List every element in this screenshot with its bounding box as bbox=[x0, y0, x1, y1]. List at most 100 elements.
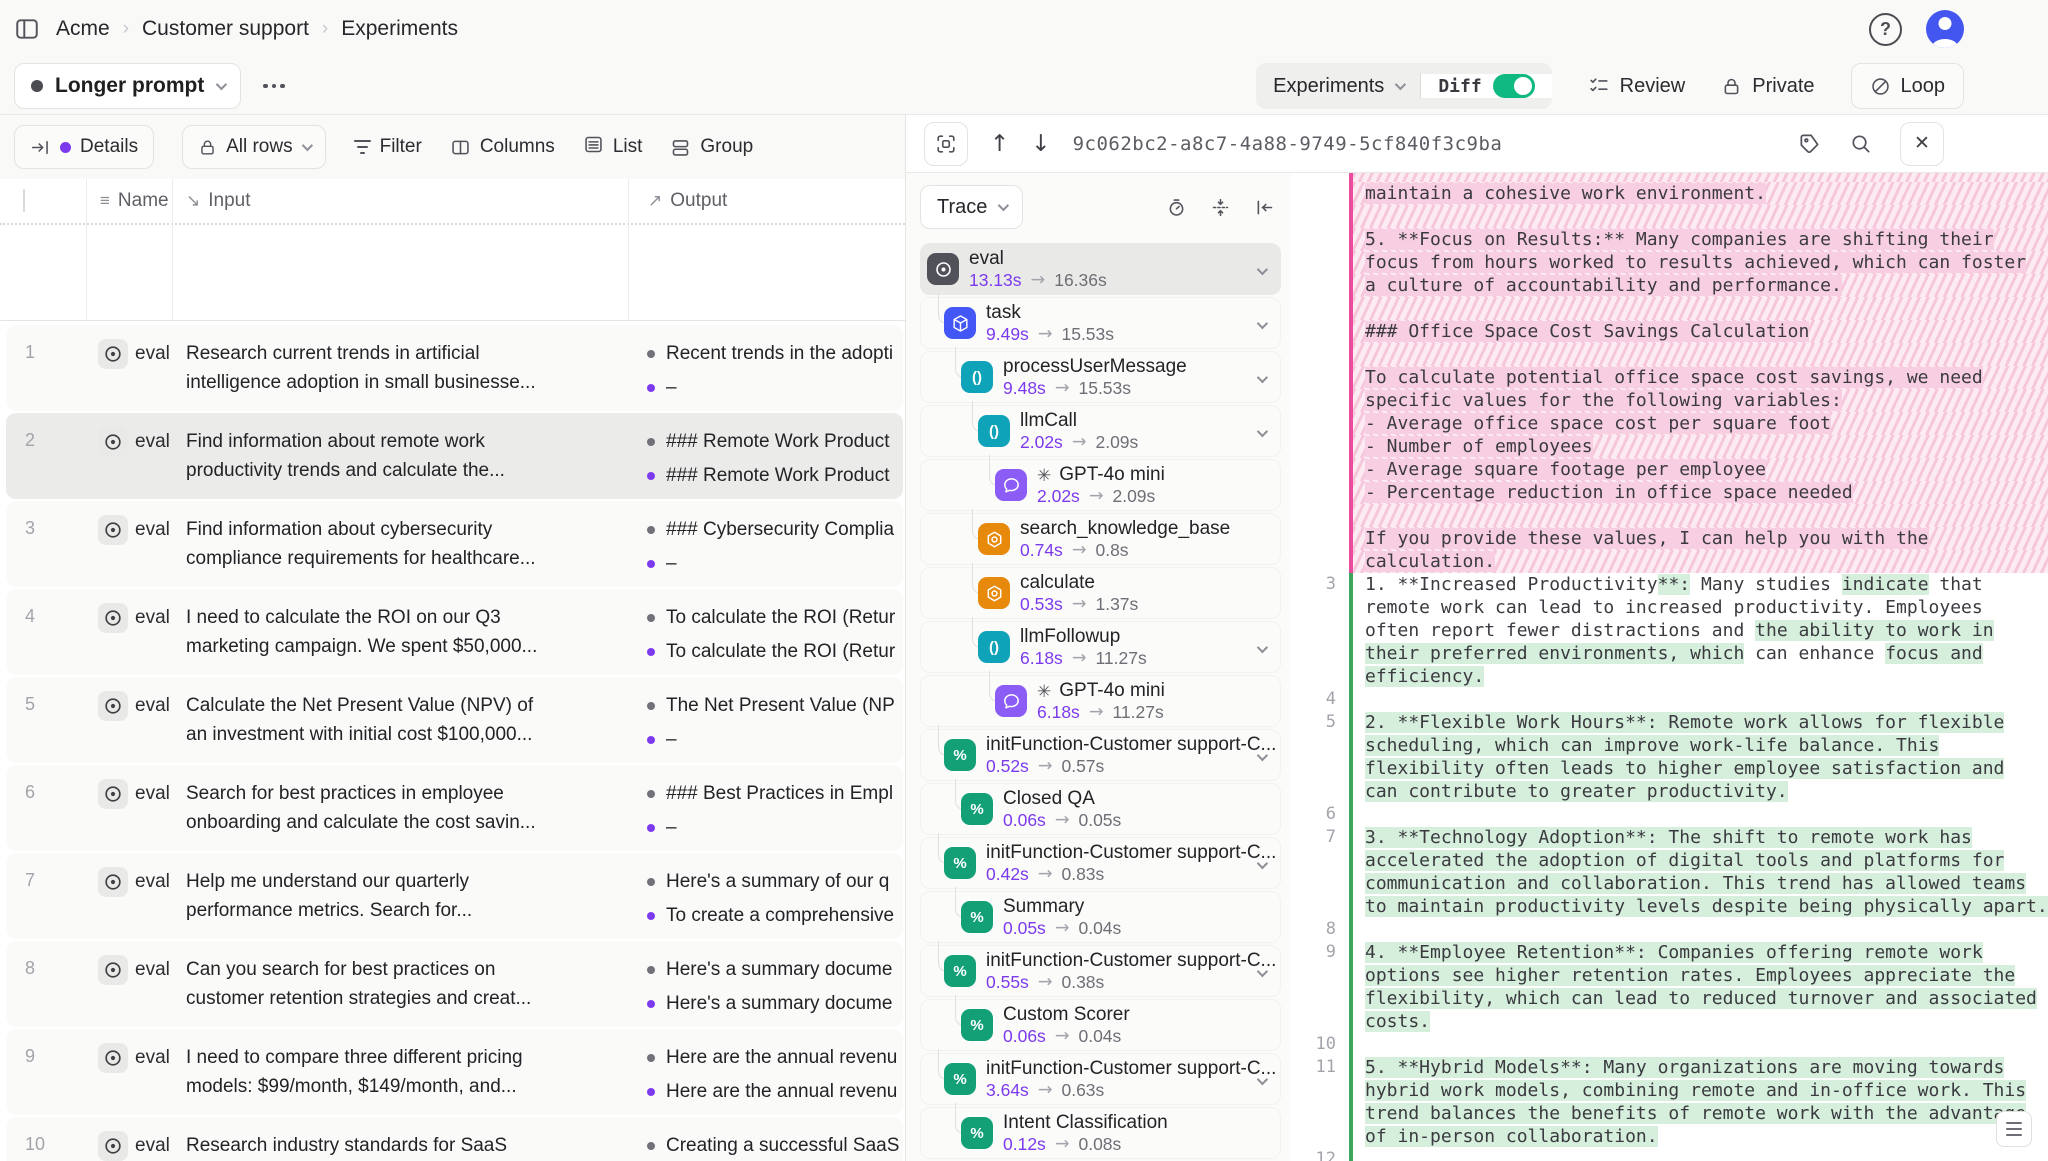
more-options-button[interactable] bbox=[255, 76, 293, 97]
input-cell: I need to compare three different pricin… bbox=[172, 1029, 628, 1115]
output-text: ### Best Practices in Empl bbox=[666, 783, 893, 805]
table-row[interactable]: 3evalFind information about cybersecurit… bbox=[6, 501, 903, 587]
view-selector-dropdown[interactable]: Experiments bbox=[1256, 75, 1420, 98]
rows-icon: ≡ bbox=[100, 191, 110, 211]
focus-trace-button[interactable] bbox=[924, 122, 968, 166]
review-button[interactable]: Review bbox=[1588, 75, 1686, 98]
input-cell: Can you search for best practices oncust… bbox=[172, 941, 628, 1027]
diff-removed-line: maintain a cohesive work environment. bbox=[1291, 182, 2048, 205]
arrow-right-icon: → bbox=[1038, 756, 1053, 776]
span-row[interactable]: ()processUserMessage9.48s→15.53s bbox=[920, 351, 1281, 403]
span-tree-rows: eval13.13s→16.36stask9.49s→15.53s()proce… bbox=[920, 243, 1281, 1161]
span-row[interactable]: calculate0.53s→1.37s bbox=[920, 567, 1281, 619]
purple-bullet-icon bbox=[647, 648, 655, 656]
diff-removed-line bbox=[1291, 504, 2048, 527]
breadcrumb-section[interactable]: Experiments bbox=[341, 17, 458, 41]
table-row[interactable]: 1evalResearch current trends in artifici… bbox=[6, 325, 903, 411]
column-divider bbox=[628, 179, 629, 320]
arrow-right-icon: → bbox=[1089, 486, 1104, 506]
table-row[interactable]: 2evalFind information about remote workp… bbox=[6, 413, 903, 499]
help-icon[interactable]: ? bbox=[1869, 13, 1902, 46]
output-line: – bbox=[647, 813, 903, 842]
span-row[interactable]: %Custom Scorer0.06s→0.04s bbox=[920, 999, 1281, 1051]
diff-line-content: accelerated the adoption of digital tool… bbox=[1353, 849, 2048, 872]
span-name: GPT-4o mini bbox=[1059, 680, 1165, 702]
diff-toggle[interactable] bbox=[1493, 74, 1535, 98]
table-row[interactable]: 10evalResearch industry standards for Sa… bbox=[6, 1117, 903, 1161]
group-button[interactable]: Group bbox=[670, 136, 753, 158]
diff-added-line: their preferred environments, which can … bbox=[1291, 642, 2048, 665]
span-row[interactable]: ()llmCall2.02s→2.09s bbox=[920, 405, 1281, 457]
filter-icon bbox=[354, 140, 371, 154]
span-row[interactable]: %initFunction-Customer support-C...0.55s… bbox=[920, 945, 1281, 997]
column-header-output[interactable]: ↗Output bbox=[628, 190, 905, 212]
table-row[interactable]: 7evalHelp me understand our quarterlyper… bbox=[6, 853, 903, 939]
span-row[interactable]: %Summary0.05s→0.04s bbox=[920, 891, 1281, 943]
span-name: llmFollowup bbox=[1020, 626, 1120, 648]
span-row[interactable]: search_knowledge_base0.74s→0.8s bbox=[920, 513, 1281, 565]
diff-added-line: accelerated the adoption of digital tool… bbox=[1291, 849, 2048, 872]
span-info: initFunction-Customer support-C...0.55s→… bbox=[986, 950, 1280, 992]
span-row[interactable]: %initFunction-Customer support-C...0.52s… bbox=[920, 729, 1281, 781]
trace-view-dropdown[interactable]: Trace bbox=[920, 185, 1023, 229]
span-duration: 2.02s bbox=[1020, 432, 1063, 452]
span-row[interactable]: %Intent Classification0.12s→0.08s bbox=[920, 1107, 1281, 1159]
table-row[interactable]: 6evalSearch for best practices in employ… bbox=[6, 765, 903, 851]
breadcrumb-org[interactable]: Acme bbox=[56, 17, 110, 41]
columns-button[interactable]: Columns bbox=[450, 136, 555, 158]
table-row[interactable]: 9evalI need to compare three different p… bbox=[6, 1029, 903, 1115]
timing-button[interactable] bbox=[1166, 197, 1187, 218]
sidebar-toggle-button[interactable] bbox=[14, 16, 40, 42]
experiment-selector-button[interactable]: Longer prompt bbox=[14, 63, 241, 109]
diff-line-content: - Percentage reduction in office space n… bbox=[1353, 481, 2048, 504]
line-number: 5 bbox=[1291, 711, 1349, 734]
collapse-panel-button[interactable] bbox=[1254, 197, 1275, 218]
span-row[interactable]: eval13.13s→16.36s bbox=[920, 243, 1281, 295]
filter-button[interactable]: Filter bbox=[354, 136, 422, 158]
line-number bbox=[1291, 297, 1349, 320]
percent-icon: % bbox=[953, 855, 966, 872]
rows-filter-button[interactable]: All rows bbox=[182, 125, 326, 169]
next-row-button[interactable]: ↓ bbox=[1031, 131, 1050, 157]
avatar[interactable] bbox=[1926, 10, 1964, 48]
table-row[interactable]: 5evalCalculate the Net Present Value (NP… bbox=[6, 677, 903, 763]
column-header-name[interactable]: ≡Name bbox=[86, 190, 172, 212]
loop-button[interactable]: Loop bbox=[1851, 63, 1965, 109]
arrow-right-icon: → bbox=[1072, 540, 1087, 560]
trace-panel-header-actions: ✕ bbox=[1798, 122, 1944, 166]
column-header-input[interactable]: ↘Input bbox=[172, 190, 628, 212]
span-duration: 2.02s bbox=[1037, 486, 1080, 506]
table-row[interactable]: 4evalI need to calculate the ROI on our … bbox=[6, 589, 903, 675]
span-row[interactable]: ✳GPT-4o mini6.18s→11.27s bbox=[920, 675, 1281, 727]
span-row[interactable]: ()llmFollowup6.18s→11.27s bbox=[920, 621, 1281, 673]
span-row[interactable]: %initFunction-Customer support-C...0.42s… bbox=[920, 837, 1281, 889]
diff-line-content: focus from hours worked to results achie… bbox=[1353, 251, 2048, 274]
span-label: initFunction-Customer support-C... bbox=[986, 1058, 1280, 1080]
span-row[interactable]: %initFunction-Customer support-C...3.64s… bbox=[920, 1053, 1281, 1105]
diff-added-line: 115. **Hybrid Models**: Many organizatio… bbox=[1291, 1056, 2048, 1079]
diff-removed-line: - Number of employees bbox=[1291, 435, 2048, 458]
span-row[interactable]: %Closed QA0.06s→0.05s bbox=[920, 783, 1281, 835]
outline-menu-button[interactable] bbox=[1996, 1111, 2032, 1147]
collapse-spans-button[interactable] bbox=[1210, 197, 1231, 218]
span-info: Intent Classification0.12s→0.08s bbox=[1003, 1112, 1280, 1154]
diff-line-content: - Average square footage per employee bbox=[1353, 458, 2048, 481]
diff-line-content bbox=[1353, 918, 2048, 941]
span-row[interactable]: task9.49s→15.53s bbox=[920, 297, 1281, 349]
diff-removed-line: calculation. bbox=[1291, 550, 2048, 573]
private-button[interactable]: Private bbox=[1721, 75, 1814, 98]
list-button[interactable]: List bbox=[583, 134, 643, 161]
trace-panel-header: ↑ ↓ 9c062bc2-a8c7-4a88-9749-5cf840f3c9ba… bbox=[906, 115, 2048, 173]
table-row[interactable]: 8evalCan you search for best practices o… bbox=[6, 941, 903, 1027]
percent-icon: % bbox=[970, 909, 983, 926]
output-text: Here's a summary docume bbox=[666, 959, 892, 981]
close-panel-button[interactable]: ✕ bbox=[1900, 122, 1944, 166]
span-row[interactable]: ✳GPT-4o mini2.02s→2.09s bbox=[920, 459, 1281, 511]
breadcrumb-project[interactable]: Customer support bbox=[142, 17, 309, 41]
select-all-checkbox[interactable] bbox=[23, 189, 25, 212]
details-button[interactable]: Details bbox=[14, 125, 154, 169]
tag-button[interactable] bbox=[1798, 132, 1821, 155]
removed-text: - Average office space cost per square f… bbox=[1365, 413, 1831, 434]
search-button[interactable] bbox=[1849, 132, 1872, 155]
previous-row-button[interactable]: ↑ bbox=[990, 131, 1009, 157]
